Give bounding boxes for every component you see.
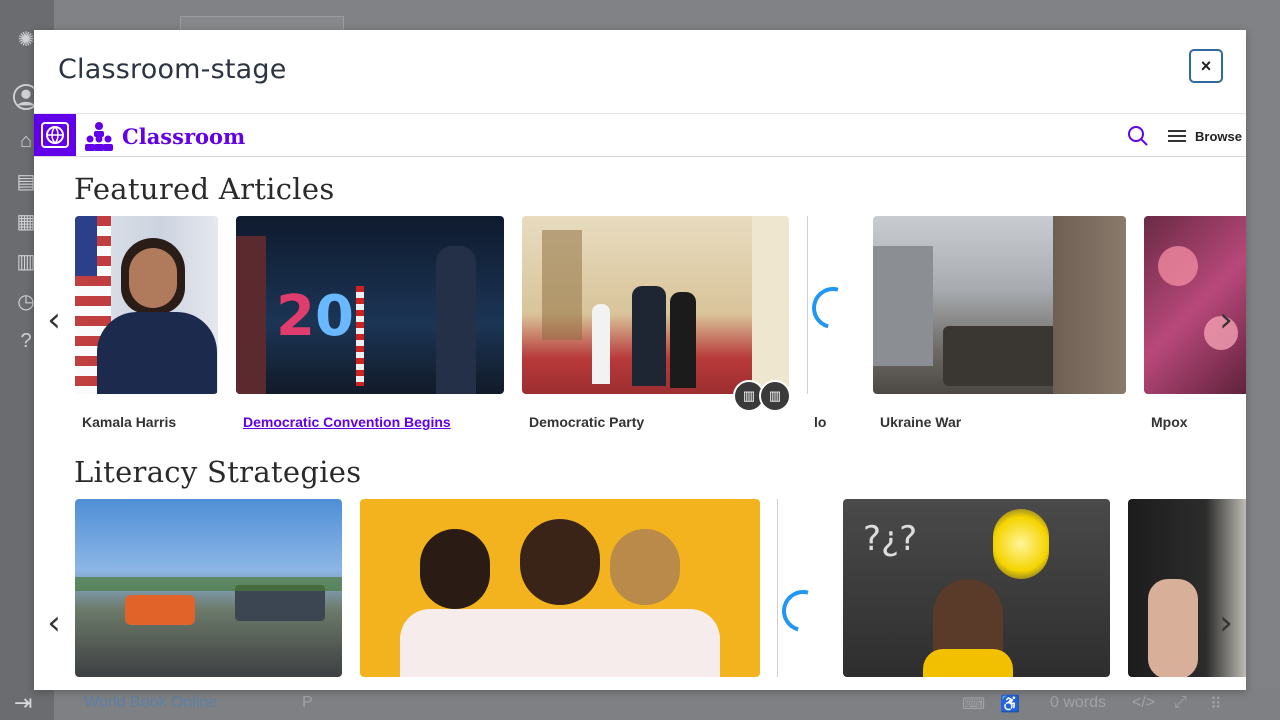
close-button[interactable]: × (1189, 49, 1223, 83)
carousel-prev-icon[interactable]: ‹ (42, 300, 66, 340)
article-card-image[interactable]: ?¿? (843, 499, 1110, 677)
article-card-title[interactable]: Ukraine War (880, 414, 961, 430)
modal-header: Classroom-stage × (34, 30, 1246, 114)
search-icon[interactable] (1127, 125, 1149, 152)
article-card-title[interactable]: Democratic Convention Begins (243, 414, 451, 430)
world-book-logo-icon[interactable] (34, 114, 76, 156)
loading-spinner (804, 279, 862, 337)
close-icon: × (1200, 55, 1212, 76)
word-count: 0 words (1050, 694, 1107, 711)
article-card-image[interactable] (360, 499, 760, 677)
classroom-site: Classroom Browse Featured Articles 20 ▥ … (34, 114, 1246, 690)
paragraph-indicator: P (302, 694, 313, 711)
classroom-brand[interactable]: Classroom (84, 120, 245, 152)
article-card-image[interactable] (1128, 499, 1246, 677)
card-divider (807, 216, 808, 394)
carousel-prev-icon[interactable]: ‹ (42, 603, 66, 643)
article-card-title[interactable]: lo (814, 414, 826, 430)
browse-button[interactable]: Browse (1168, 125, 1242, 147)
section-heading-literacy: Literacy Strategies (74, 455, 362, 489)
book-icon: ▥ (759, 380, 791, 412)
drag-handle-icon[interactable]: ⠿ (1210, 694, 1222, 714)
section-heading-featured: Featured Articles (74, 172, 335, 206)
classroom-modal: Classroom-stage × Classroom Browse Featu… (34, 30, 1246, 690)
keyboard-icon[interactable]: ⌨ (962, 694, 985, 714)
people-icon (85, 122, 113, 151)
article-card-title[interactable]: Democratic Party (529, 414, 644, 430)
card-divider (777, 499, 778, 677)
accessibility-icon[interactable]: ♿ (1000, 694, 1020, 714)
loading-spinner (774, 582, 832, 640)
article-card-title[interactable]: Kamala Harris (82, 414, 176, 430)
browse-label: Browse (1195, 128, 1242, 144)
carousel-next-icon[interactable]: › (1214, 603, 1238, 643)
code-icon[interactable]: </> (1132, 694, 1155, 712)
article-card-image[interactable] (75, 216, 218, 394)
modal-title: Classroom-stage (58, 54, 287, 85)
reading-level-badge: ▥ ▥ (733, 380, 791, 412)
site-nav: Classroom Browse (34, 114, 1246, 157)
article-card-image[interactable] (873, 216, 1126, 394)
brand-label: Classroom (122, 123, 246, 149)
editor-status-bar: World Book Online P ⌨ ♿ 0 words </> ⤢ ⠿ (54, 688, 1280, 720)
article-card-image[interactable]: 20 (236, 216, 504, 394)
expand-sidebar-icon[interactable]: ⇥ (14, 690, 32, 716)
article-card-title[interactable]: Mpox (1151, 414, 1188, 430)
article-card-image[interactable] (522, 216, 789, 394)
product-link[interactable]: World Book Online (84, 694, 217, 712)
menu-icon (1168, 127, 1186, 145)
article-card-image[interactable] (75, 499, 342, 677)
carousel-next-icon[interactable]: › (1214, 300, 1238, 340)
fullscreen-icon[interactable]: ⤢ (1174, 694, 1187, 712)
